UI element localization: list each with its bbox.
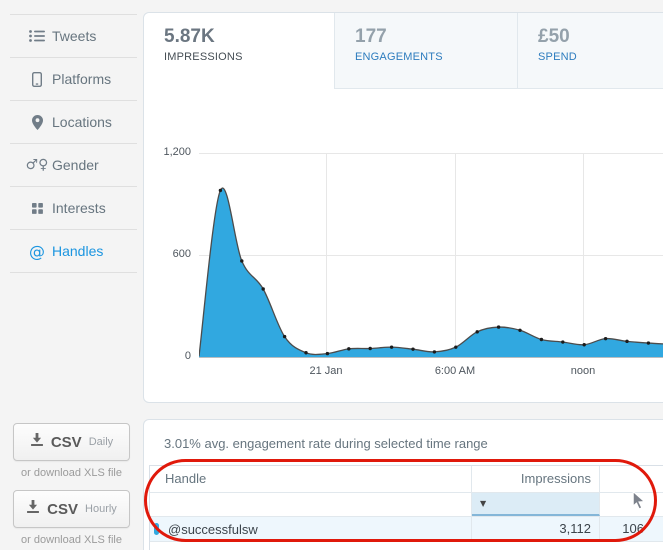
csv-hourly-button[interactable]: CSV Hourly (13, 490, 130, 528)
y-tick-1200: 1,200 (144, 146, 191, 158)
x-tick-21jan: 21 Jan (281, 365, 371, 377)
sort-caret-icon: ▼ (480, 499, 486, 508)
sidebar-item-label: Interests (52, 200, 106, 216)
x-tick-6am: 6:00 AM (410, 365, 500, 377)
list-icon (25, 30, 49, 42)
engagements-filter-cell (600, 493, 663, 516)
sidebar-item-platforms[interactable]: Platforms (10, 58, 137, 101)
sidebar-item-tweets[interactable]: Tweets (10, 15, 137, 58)
csv-hourly-variant: Hourly (85, 503, 117, 515)
handle-column-header[interactable]: Handle (150, 466, 472, 492)
table-header-row: Handle Impressions (150, 466, 663, 493)
csv-hourly-label: CSV (47, 501, 78, 518)
engagements-value: 177 (355, 26, 517, 48)
download-icon (30, 433, 44, 452)
table-filter-row: ▼ (150, 493, 663, 517)
spend-label: SPEND (538, 51, 663, 63)
sidebar-item-label: Tweets (52, 28, 96, 44)
engagements-column-header[interactable] (600, 466, 663, 492)
sidebar-item-label: Gender (52, 157, 99, 173)
y-tick-0: 0 (144, 350, 191, 362)
sidebar-item-gender[interactable]: ♂♀ Gender (10, 144, 137, 187)
tab-spend[interactable]: £50 SPEND (518, 13, 663, 89)
sidebar-item-interests[interactable]: Interests (10, 187, 137, 230)
impressions-area-chart[interactable] (199, 153, 663, 357)
sidebar-item-label: Platforms (52, 71, 111, 87)
engagements-cell: 106 (600, 517, 663, 541)
download-icon (26, 500, 40, 519)
sidebar-item-locations[interactable]: Locations (10, 101, 137, 144)
handles-table: Handle Impressions ▼ @successfulsw 3,112… (149, 465, 663, 550)
x-tick-noon: noon (538, 365, 628, 377)
analytics-dashboard: Tweets Platforms Locations ♂♀ Gender (0, 0, 663, 550)
series-color-key (154, 523, 159, 535)
y-tick-600: 600 (144, 248, 191, 260)
impressions-label: IMPRESSIONS (164, 51, 334, 63)
xls-hourly-link[interactable]: or download XLS file (0, 534, 143, 546)
impressions-sort-dropdown[interactable]: ▼ (472, 493, 600, 516)
csv-daily-button[interactable]: CSV Daily (13, 423, 130, 461)
spend-value: £50 (538, 26, 663, 48)
handle-value: @successfulsw (168, 522, 258, 537)
sidebar-item-handles[interactable]: @ Handles (10, 230, 137, 273)
tab-engagements[interactable]: 177 ENGAGEMENTS (335, 13, 518, 89)
chart-panel: 5.87K IMPRESSIONS 177 ENGAGEMENTS £50 SP… (143, 12, 663, 403)
xls-daily-link[interactable]: or download XLS file (0, 467, 143, 479)
csv-daily-variant: Daily (89, 436, 113, 448)
table-row-partial (150, 542, 663, 550)
grid-icon (25, 203, 49, 214)
handle-cell: @successfulsw (150, 517, 472, 541)
sidebar-item-label: Locations (52, 114, 112, 130)
impressions-cell: 3,112 (472, 517, 600, 541)
csv-daily-label: CSV (51, 434, 82, 451)
engagement-rate-summary: 3.01% avg. engagement rate during select… (164, 436, 488, 451)
tab-impressions[interactable]: 5.87K IMPRESSIONS (144, 13, 335, 89)
sidebar: Tweets Platforms Locations ♂♀ Gender (10, 14, 137, 273)
handles-panel: 3.01% avg. engagement rate during select… (143, 419, 663, 550)
engagements-label: ENGAGEMENTS (355, 51, 517, 63)
impressions-value: 5.87K (164, 26, 334, 48)
x-axis-baseline (199, 357, 663, 358)
map-pin-icon (25, 115, 49, 130)
table-row[interactable]: @successfulsw 3,112 106 (150, 517, 663, 542)
sidebar-item-label: Handles (52, 243, 103, 259)
handle-filter-cell (150, 493, 472, 516)
phone-icon (25, 72, 49, 87)
gender-icon: ♂♀ (25, 157, 49, 173)
at-icon: @ (25, 242, 49, 261)
impressions-column-header[interactable]: Impressions (472, 466, 600, 492)
